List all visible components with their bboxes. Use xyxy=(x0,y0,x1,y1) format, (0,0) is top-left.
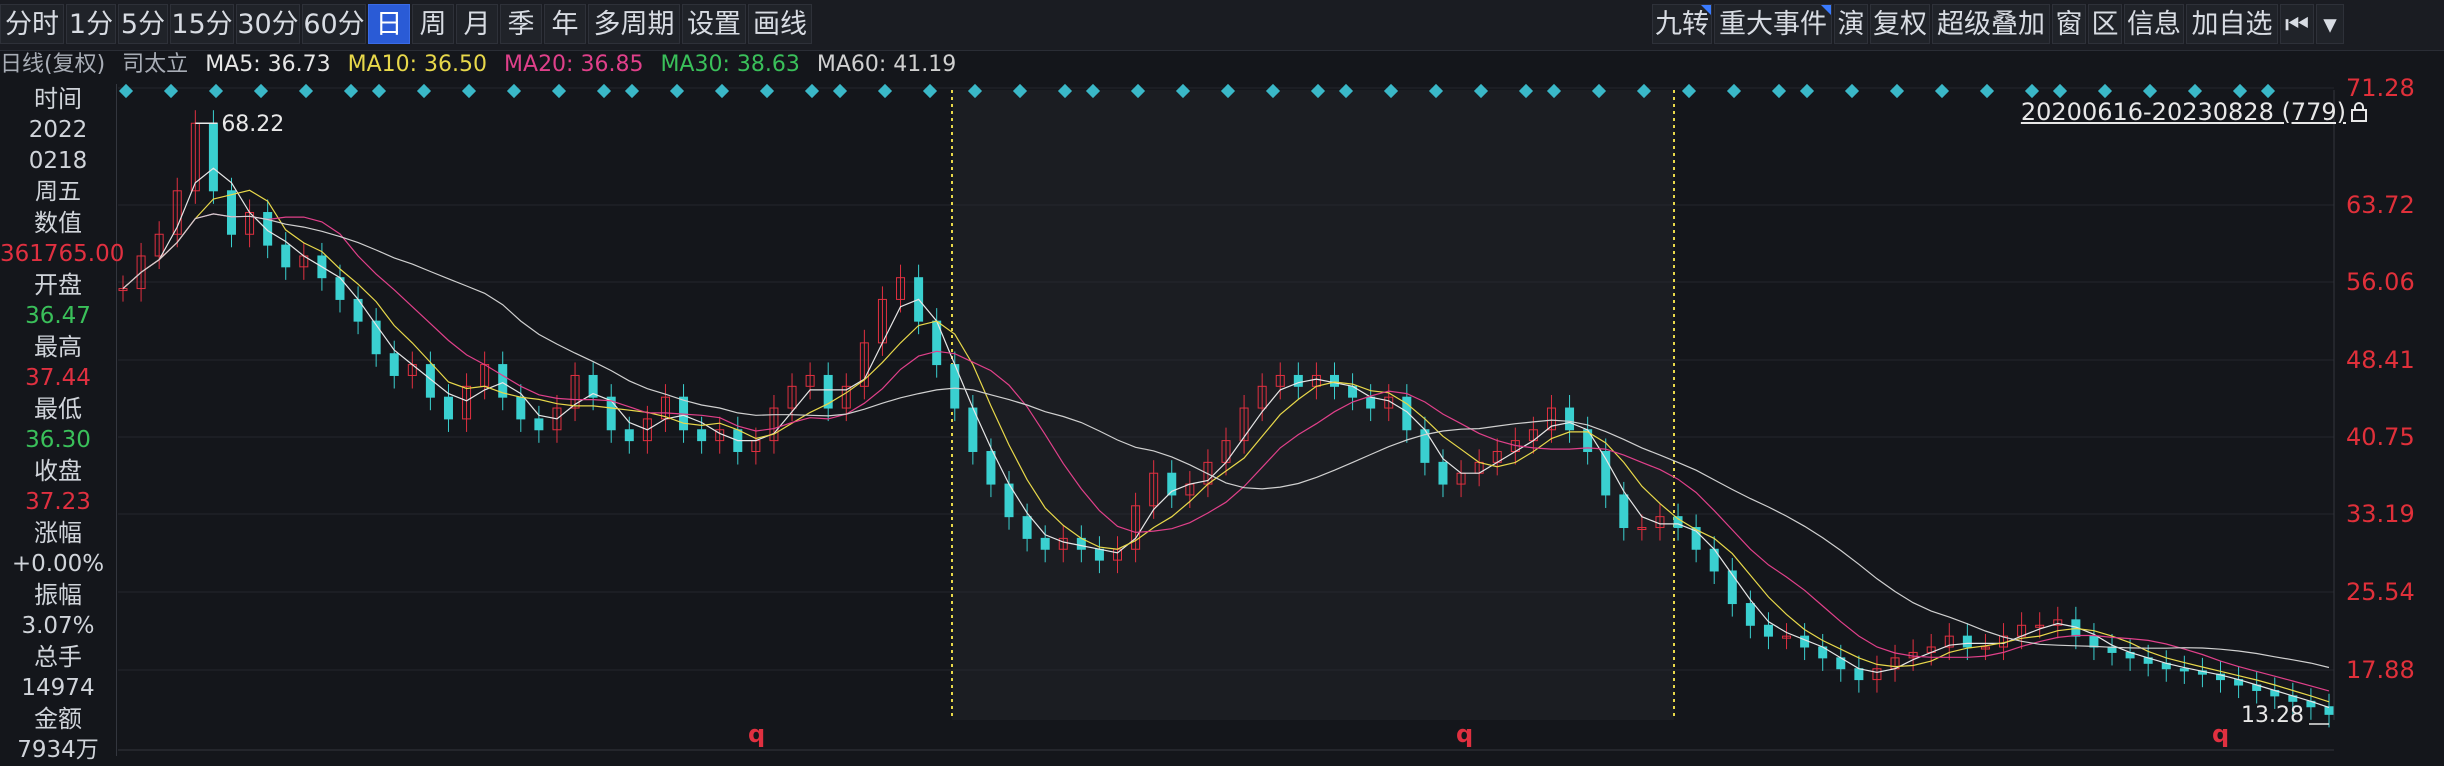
event-marker xyxy=(832,83,848,99)
candle-body xyxy=(208,122,218,192)
event-marker xyxy=(1726,83,1742,99)
event-marker xyxy=(2052,83,2068,99)
y-tick-label: 33.19 xyxy=(2346,500,2415,528)
candle-body xyxy=(1022,516,1032,539)
event-marker xyxy=(669,83,685,99)
event-marker xyxy=(506,83,522,99)
event-marker xyxy=(298,83,314,99)
highlight-region xyxy=(952,90,1674,720)
candle-body xyxy=(2089,635,2099,648)
candle-body xyxy=(1329,374,1339,387)
candle-body xyxy=(697,429,707,442)
candle-body xyxy=(986,450,996,485)
candle-body xyxy=(1619,494,1629,529)
q-marker: q xyxy=(748,720,765,748)
event-marker xyxy=(596,83,612,99)
candle-body xyxy=(263,212,273,246)
event-marker xyxy=(2097,83,2113,99)
candle-body xyxy=(2179,668,2189,672)
event-marker xyxy=(2260,83,2276,99)
q-marker: q xyxy=(1456,720,1473,748)
event-marker xyxy=(1844,83,1860,99)
event-marker xyxy=(1934,83,1950,99)
y-tick-label: 25.54 xyxy=(2346,578,2415,606)
y-tick-label: 40.75 xyxy=(2346,423,2415,451)
event-marker xyxy=(1889,83,1905,99)
y-tick-label: 71.28 xyxy=(2346,74,2415,102)
candle-body xyxy=(443,396,453,420)
candle-body xyxy=(534,418,544,431)
event-marker xyxy=(714,83,730,99)
event-marker xyxy=(804,83,820,99)
date-range-label[interactable]: 20200616-20230828 (779) xyxy=(2021,98,2346,126)
candle-body xyxy=(1293,374,1303,387)
event-marker xyxy=(624,83,640,99)
candle-body xyxy=(281,244,291,268)
candle-body xyxy=(624,429,634,442)
candle-body xyxy=(1094,548,1104,561)
candle-body xyxy=(371,320,381,355)
event-marker xyxy=(1681,83,1697,99)
candle-body xyxy=(226,190,236,235)
y-tick-label: 48.41 xyxy=(2346,346,2415,374)
candle-body xyxy=(1854,668,1864,681)
event-marker xyxy=(461,83,477,99)
max-price-label: 68.22 xyxy=(221,112,284,137)
candle-body xyxy=(1040,537,1050,550)
event-marker xyxy=(877,83,893,99)
y-tick-label: 63.72 xyxy=(2346,191,2415,219)
candle-body xyxy=(389,353,399,376)
event-marker xyxy=(2142,83,2158,99)
event-marker xyxy=(416,83,432,99)
event-marker xyxy=(1979,83,1995,99)
event-marker xyxy=(1799,83,1815,99)
y-tick-label: 56.06 xyxy=(2346,268,2415,296)
candle-body xyxy=(2324,706,2334,715)
candle-body xyxy=(1565,407,1575,431)
event-marker xyxy=(253,83,269,99)
event-marker xyxy=(759,83,775,99)
lock-icon[interactable] xyxy=(2350,102,2368,122)
event-marker xyxy=(208,83,224,99)
candle-body xyxy=(1727,570,1737,605)
y-tick-label: 17.88 xyxy=(2346,656,2415,684)
candle-body xyxy=(1763,624,1773,637)
q-marker: q xyxy=(2212,720,2229,748)
candle-body xyxy=(1745,603,1755,626)
candle-body xyxy=(516,396,526,420)
candle-body xyxy=(1366,396,1376,409)
event-marker xyxy=(922,83,938,99)
event-marker xyxy=(118,83,134,99)
event-marker xyxy=(2024,83,2040,99)
candle-body xyxy=(1962,635,1972,648)
event-marker xyxy=(343,83,359,99)
event-marker xyxy=(2187,83,2203,99)
min-price-label: 13.28 xyxy=(2241,703,2304,728)
event-marker xyxy=(371,83,387,99)
event-marker xyxy=(163,83,179,99)
event-marker xyxy=(2232,83,2248,99)
event-marker xyxy=(551,83,567,99)
candle-body xyxy=(1800,635,1810,648)
candle-body xyxy=(1438,461,1448,485)
event-marker xyxy=(1771,83,1787,99)
